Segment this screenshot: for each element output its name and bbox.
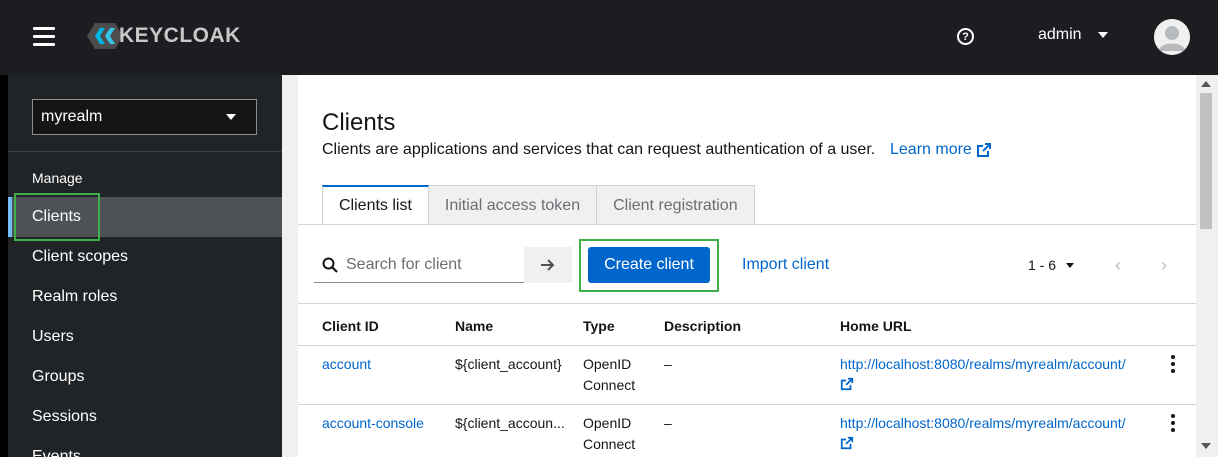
sidebar-item-label: Events — [32, 448, 81, 457]
column-header-description[interactable]: Description — [664, 318, 741, 334]
home-url-link[interactable]: http://localhost:8080/realms/myrealm/acc… — [840, 413, 1126, 434]
table-row-border — [298, 404, 1196, 405]
sidebar-item-client-scopes[interactable]: Client scopes — [8, 237, 282, 277]
learn-more-label: Learn more — [890, 141, 972, 158]
client-type-line2: Connect — [583, 436, 636, 452]
pagination-prev-icon[interactable]: ‹ — [1108, 255, 1128, 275]
caret-down-icon — [1097, 32, 1108, 38]
table-row-border — [298, 345, 1196, 346]
page-description: Clients are applications and services th… — [322, 141, 876, 158]
tab-initial-access-token[interactable]: Initial access token — [428, 185, 598, 225]
row-actions-kebab-icon[interactable] — [1167, 414, 1179, 432]
client-type-line2: Connect — [583, 377, 636, 393]
help-icon[interactable]: ? — [957, 28, 974, 45]
scrollbar-thumb[interactable] — [1200, 93, 1212, 229]
learn-more-link[interactable]: Learn more — [890, 141, 992, 159]
highlight-clients-nav — [14, 193, 100, 241]
sidebar-item-groups[interactable]: Groups — [8, 357, 282, 397]
tab-clients-list[interactable]: Clients list — [322, 185, 429, 225]
client-name: ${client_account} — [455, 356, 562, 372]
client-name: ${client_accoun... — [455, 415, 565, 431]
tab-client-registration[interactable]: Client registration — [597, 185, 755, 225]
client-id-link[interactable]: account-console — [322, 413, 424, 434]
search-input[interactable]: Search for client — [314, 247, 524, 283]
sidebar: myrealm Manage Clients Client scopes Rea… — [8, 75, 282, 457]
page-title: Clients — [322, 109, 396, 136]
external-link-icon[interactable] — [840, 436, 854, 450]
user-avatar-icon — [1154, 19, 1190, 55]
realm-selector[interactable]: myrealm — [32, 99, 257, 135]
sidebar-item-users[interactable]: Users — [8, 317, 282, 357]
search-placeholder: Search for client — [346, 255, 462, 273]
external-link-icon — [976, 143, 991, 157]
column-header-home-url[interactable]: Home URL — [840, 318, 912, 334]
client-type-line1: OpenID — [583, 415, 632, 431]
table-top-border — [298, 303, 1196, 304]
sidebar-item-events[interactable]: Events — [8, 437, 282, 457]
sidebar-item-label: Groups — [32, 368, 85, 385]
column-header-name[interactable]: Name — [455, 318, 493, 334]
scroll-down-icon[interactable] — [1201, 443, 1211, 449]
main-content: Clients Clients are applications and ser… — [282, 75, 1218, 457]
pagination-range: 1 - 6 — [1028, 257, 1057, 273]
import-client-button[interactable]: Import client — [742, 247, 829, 283]
highlight-create-client — [579, 239, 719, 292]
client-id-link[interactable]: account — [322, 354, 371, 375]
masthead: KEYCLOAK ? admin — [0, 0, 1218, 75]
nav-section-manage: Manage — [32, 170, 83, 186]
page-section: Clients Clients are applications and ser… — [298, 75, 1196, 457]
sidebar-item-label: Sessions — [32, 408, 97, 425]
sidebar-item-label: Users — [32, 328, 74, 345]
client-type-line1: OpenID — [583, 356, 632, 372]
row-actions-kebab-icon[interactable] — [1167, 355, 1179, 373]
tabs: Clients list Initial access token Client… — [322, 185, 755, 225]
caret-down-icon — [226, 114, 236, 120]
column-header-client-id[interactable]: Client ID — [322, 318, 379, 334]
search-icon — [322, 257, 338, 273]
client-description: – — [664, 356, 672, 372]
pagination-next-icon[interactable]: › — [1154, 255, 1174, 275]
realm-name: myrealm — [41, 108, 103, 125]
user-menu-toggle[interactable]: admin — [1038, 26, 1108, 44]
user-name: admin — [1038, 26, 1082, 43]
sidebar-divider — [8, 151, 282, 152]
caret-down-icon — [1066, 262, 1075, 268]
sidebar-item-sessions[interactable]: Sessions — [8, 397, 282, 437]
column-header-type[interactable]: Type — [583, 318, 615, 334]
search-submit-button[interactable] — [524, 247, 572, 283]
sidebar-item-label: Realm roles — [32, 288, 118, 305]
scroll-up-icon[interactable] — [1201, 81, 1211, 87]
avatar[interactable] — [1154, 19, 1190, 55]
logo-text: KEYCLOAK — [119, 24, 241, 47]
sidebar-item-label: Client scopes — [32, 248, 129, 265]
sidebar-item-realm-roles[interactable]: Realm roles — [8, 277, 282, 317]
home-url-link[interactable]: http://localhost:8080/realms/myrealm/acc… — [840, 354, 1126, 375]
main-scrollbar[interactable] — [1196, 75, 1218, 457]
external-link-icon[interactable] — [840, 377, 854, 391]
arrow-right-icon — [541, 259, 555, 271]
hamburger-menu-icon[interactable] — [33, 27, 55, 47]
keycloak-logo[interactable]: KEYCLOAK — [85, 20, 241, 52]
client-description: – — [664, 415, 672, 431]
pagination-toggle[interactable]: 1 - 6 — [1028, 247, 1075, 283]
tabs-divider — [298, 224, 1196, 225]
